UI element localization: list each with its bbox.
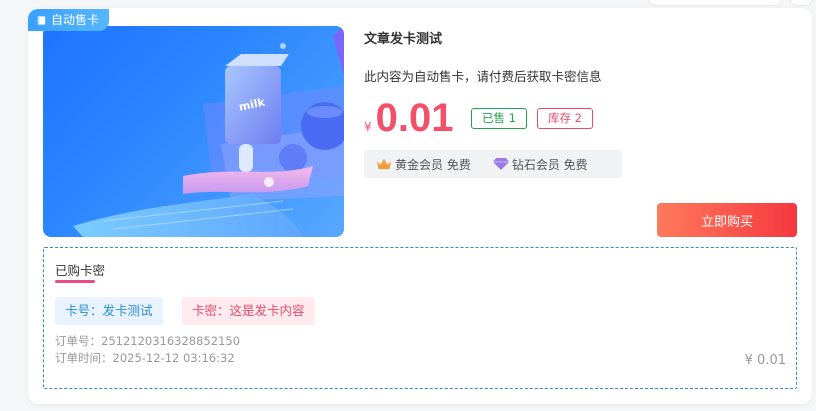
diamond-member-benefit: 钻石会员 免费 [492,156,588,173]
card-number-chip[interactable]: 卡号：发卡测试 [55,297,163,325]
buy-now-button[interactable]: 立即购买 [657,203,797,237]
sold-count-tag: 已售 1 [471,108,527,129]
product-description: 此内容为自动售卡，请付费后获取卡密信息 [364,69,602,84]
member-benefits: 黄金会员 免费 钻石会员 免费 [364,150,622,178]
product-title: 文章发卡测试 [364,32,443,47]
badge-label: 自动售卡 [51,13,100,27]
order-number: 订单号：2512120316328852150 [55,334,241,348]
diamond-member-label: 钻石会员 免费 [511,157,588,172]
purchased-cards-title: 已购卡密 [55,263,106,278]
product-thumbnail[interactable]: milk [43,26,344,237]
purchased-cards-section: 已购卡密 卡号：发卡测试 卡密：这是发卡内容 订单号：2512120316328… [43,247,797,389]
price-value: 0.01 [375,96,454,140]
order-time: 订单时间：2025-12-12 03:16:32 [55,351,235,365]
currency-symbol: ¥ [364,120,372,134]
diamond-icon [492,158,509,170]
gold-member-benefit: 黄金会员 免费 [376,156,471,173]
card-secret-chip[interactable]: 卡密：这是发卡内容 [182,297,315,325]
title-underline [55,280,95,283]
stock-count-tag: 库存 2 [537,108,593,129]
milk-carton-image: milk [73,26,344,237]
auto-sale-badge: 自动售卡 [28,9,110,31]
top-bar-fragment-small [789,0,813,6]
order-amount: ¥ 0.01 [744,353,786,368]
price: ¥ 0.01 [364,92,454,140]
top-bar-fragment [648,0,782,6]
crown-icon [377,159,391,169]
book-icon [37,15,46,25]
gold-member-label: 黄金会员 免费 [395,157,471,172]
